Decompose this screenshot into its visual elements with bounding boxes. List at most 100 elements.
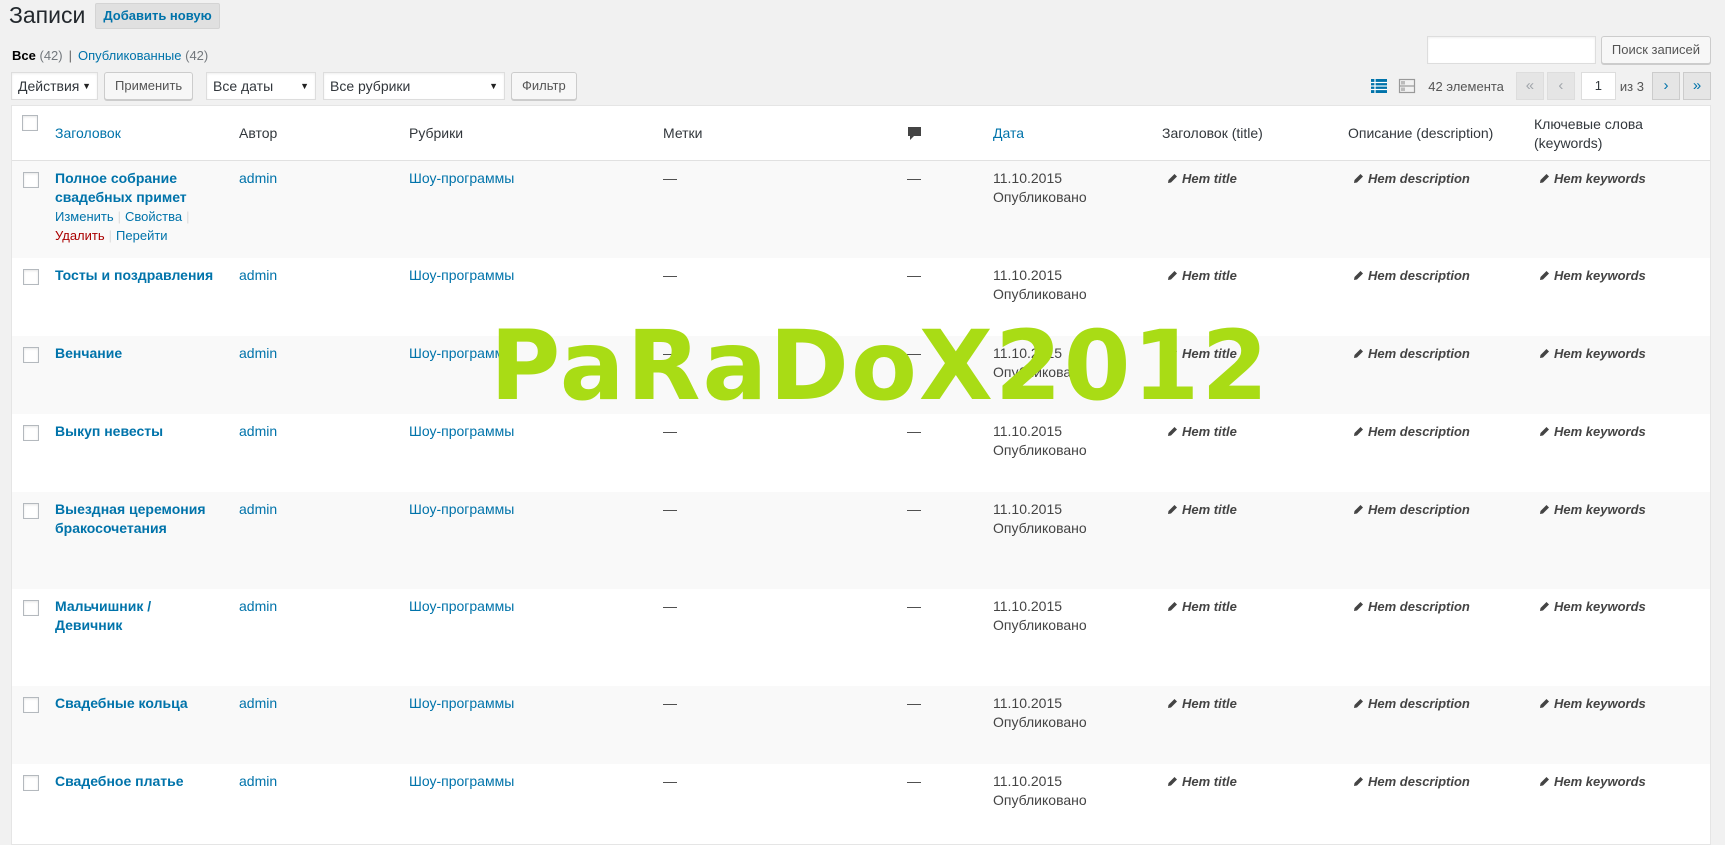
seo-title-value[interactable]: Нет title	[1167, 266, 1237, 285]
filter-published[interactable]: Опубликованные (42)	[78, 48, 208, 63]
seo-description-value[interactable]: Нет description	[1353, 422, 1470, 441]
pencil-icon	[1354, 174, 1363, 183]
view-link[interactable]: Перейти	[116, 228, 168, 243]
comments-value: —	[907, 423, 921, 439]
status-value: Опубликовано	[993, 617, 1087, 633]
post-title-link[interactable]: Свадебное платье	[55, 772, 225, 791]
tags-value: —	[663, 695, 677, 711]
row-checkbox[interactable]	[23, 172, 39, 188]
seo-keywords-value[interactable]: Нет keywords	[1539, 344, 1646, 363]
search-button[interactable]: Поиск записей	[1600, 36, 1711, 64]
seo-description-value[interactable]: Нет description	[1353, 344, 1470, 363]
cell-date: 11.10.2015 Опубликовано	[993, 169, 1087, 207]
categories-select[interactable]: Все рубрики ▼	[323, 72, 505, 100]
post-title-link[interactable]: Полное собрание свадебных примет	[55, 169, 225, 207]
seo-description-value[interactable]: Нет description	[1353, 772, 1470, 791]
post-title-link[interactable]: Венчание	[55, 344, 225, 363]
bulk-actions-select[interactable]: Действия ▼	[11, 72, 98, 100]
row-checkbox[interactable]	[23, 347, 39, 363]
pencil-icon	[1354, 349, 1363, 358]
category-link[interactable]: Шоу-программы	[409, 597, 514, 616]
select-all-checkbox[interactable]	[22, 115, 38, 131]
seo-keywords-value[interactable]: Нет keywords	[1539, 597, 1646, 616]
seo-keywords-value[interactable]: Нет keywords	[1539, 772, 1646, 791]
properties-link[interactable]: Свойства	[125, 209, 182, 224]
last-page-button[interactable]: »	[1683, 72, 1711, 100]
table-body: Полное собрание свадебных примет Изменить…	[12, 161, 1710, 842]
post-title-link[interactable]: Мальчишник / Девичник	[55, 597, 225, 635]
seo-title-value[interactable]: Нет title	[1167, 169, 1237, 188]
search-input[interactable]	[1426, 36, 1596, 64]
row-checkbox[interactable]	[23, 503, 39, 519]
seo-title-value[interactable]: Нет title	[1167, 500, 1237, 519]
author-link[interactable]: admin	[239, 422, 277, 441]
cell-title: Выездная церемония бракосочетания	[55, 500, 225, 538]
seo-description-value[interactable]: Нет description	[1353, 266, 1470, 285]
post-title-link[interactable]: Выездная церемония бракосочетания	[55, 500, 225, 538]
column-author: Автор	[239, 125, 278, 141]
pencil-icon	[1540, 505, 1549, 514]
category-link[interactable]: Шоу-программы	[409, 422, 514, 441]
column-title[interactable]: Заголовок	[55, 106, 121, 161]
apply-button[interactable]: Применить	[104, 72, 194, 100]
current-page-input[interactable]: 1	[1580, 72, 1616, 100]
seo-title-value[interactable]: Нет title	[1167, 344, 1237, 363]
category-link[interactable]: Шоу-программы	[409, 169, 514, 188]
dates-select[interactable]: Все даты ▼	[206, 72, 316, 100]
row-checkbox[interactable]	[23, 775, 39, 791]
seo-keywords-value[interactable]: Нет keywords	[1539, 169, 1646, 188]
post-title-link[interactable]: Выкуп невесты	[55, 422, 225, 441]
excerpt-view-icon[interactable]	[1398, 77, 1416, 95]
seo-keywords-value[interactable]: Нет keywords	[1539, 694, 1646, 713]
author-link[interactable]: admin	[239, 500, 277, 519]
seo-description-value[interactable]: Нет description	[1353, 597, 1470, 616]
next-page-button[interactable]: ›	[1652, 72, 1680, 100]
author-link[interactable]: admin	[239, 266, 277, 285]
column-tags: Метки	[663, 125, 703, 141]
category-link[interactable]: Шоу-программы	[409, 500, 514, 519]
items-count: 42 элемента	[1428, 78, 1504, 94]
author-link[interactable]: admin	[239, 597, 277, 616]
seo-description-value[interactable]: Нет description	[1353, 694, 1470, 713]
comments-value: —	[907, 345, 921, 361]
table-row: Выездная церемония бракосочетания admin Ш…	[12, 492, 1710, 589]
table-header: Заголовок Автор Рубрики Метки Дата Загол…	[12, 106, 1710, 161]
row-checkbox[interactable]	[23, 697, 39, 713]
row-checkbox[interactable]	[23, 600, 39, 616]
filter-all[interactable]: Все (42)	[12, 48, 63, 63]
pencil-icon	[1354, 777, 1363, 786]
author-link[interactable]: admin	[239, 694, 277, 713]
post-title-link[interactable]: Свадебные кольца	[55, 694, 225, 713]
category-link[interactable]: Шоу-программы	[409, 772, 514, 791]
post-title-link[interactable]: Тосты и поздравления	[55, 266, 225, 285]
seo-title-value[interactable]: Нет title	[1167, 772, 1237, 791]
seo-keywords-value[interactable]: Нет keywords	[1539, 500, 1646, 519]
category-link[interactable]: Шоу-программы	[409, 344, 514, 363]
category-link[interactable]: Шоу-программы	[409, 694, 514, 713]
author-link[interactable]: admin	[239, 772, 277, 791]
seo-keywords-value[interactable]: Нет keywords	[1539, 266, 1646, 285]
tablenav-top: Действия ▼ Применить Все даты ▼ Все рубрик…	[11, 72, 1711, 102]
date-value: 11.10.2015	[993, 423, 1063, 439]
seo-description-value[interactable]: Нет description	[1353, 500, 1470, 519]
filter-button[interactable]: Фильтр	[511, 72, 577, 100]
column-comments[interactable]	[907, 106, 922, 161]
cell-date: 11.10.2015 Опубликовано	[993, 500, 1087, 538]
row-checkbox[interactable]	[23, 425, 39, 441]
seo-keywords-value[interactable]: Нет keywords	[1539, 422, 1646, 441]
row-checkbox[interactable]	[23, 269, 39, 285]
edit-link[interactable]: Изменить	[55, 209, 114, 224]
add-new-button[interactable]: Добавить новую	[95, 3, 220, 29]
list-view-icon[interactable]	[1370, 77, 1388, 95]
author-link[interactable]: admin	[239, 344, 277, 363]
delete-link[interactable]: Удалить	[55, 228, 105, 243]
seo-title-value[interactable]: Нет title	[1167, 422, 1237, 441]
seo-title-value[interactable]: Нет title	[1167, 694, 1237, 713]
cell-date: 11.10.2015 Опубликовано	[993, 266, 1087, 304]
seo-title-value[interactable]: Нет title	[1167, 597, 1237, 616]
cell-title: Свадебное платье	[55, 772, 225, 791]
category-link[interactable]: Шоу-программы	[409, 266, 514, 285]
seo-description-value[interactable]: Нет description	[1353, 169, 1470, 188]
column-date[interactable]: Дата	[993, 106, 1024, 161]
author-link[interactable]: admin	[239, 169, 277, 188]
